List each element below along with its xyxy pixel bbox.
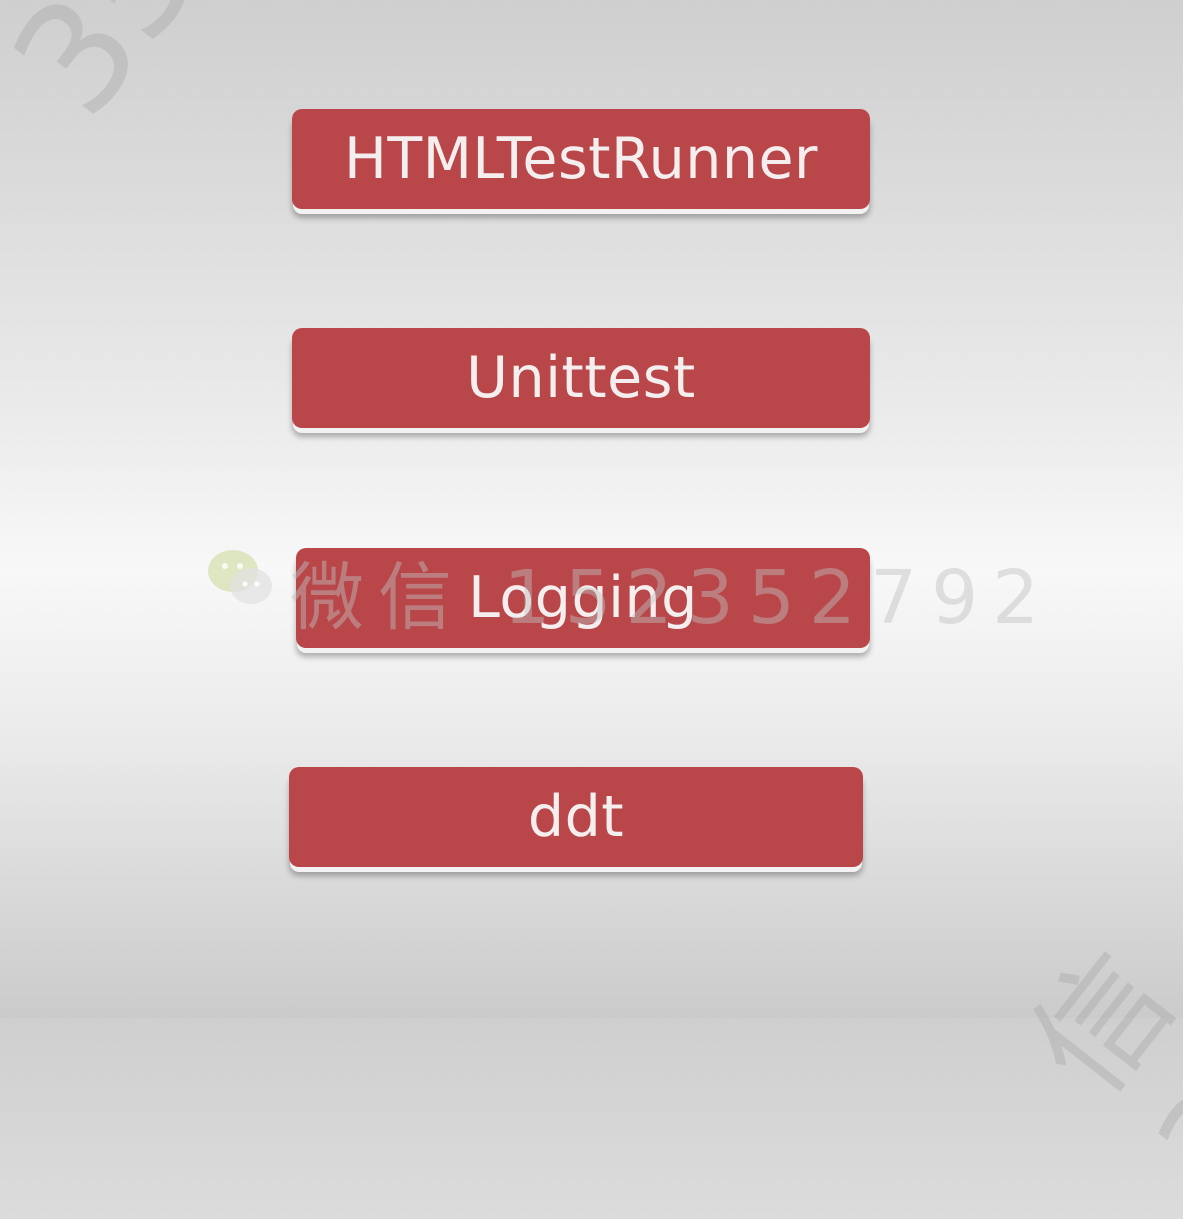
item-label: HTMLTestRunner	[344, 125, 818, 192]
item-label: Unittest	[466, 344, 696, 411]
item-logging: Logging	[296, 548, 870, 648]
item-unittest: Unittest	[292, 328, 870, 428]
wechat-logo-icon	[208, 550, 272, 604]
watermark-bottom: 信 35	[1002, 925, 1183, 1219]
item-label: Logging	[468, 564, 698, 631]
item-ddt: ddt	[289, 767, 863, 867]
slide: 3527 信 35 HTMLTestRunner Unittest Loggin…	[0, 0, 1183, 1219]
item-htmltestrunner: HTMLTestRunner	[292, 109, 870, 209]
item-label: ddt	[527, 783, 625, 850]
